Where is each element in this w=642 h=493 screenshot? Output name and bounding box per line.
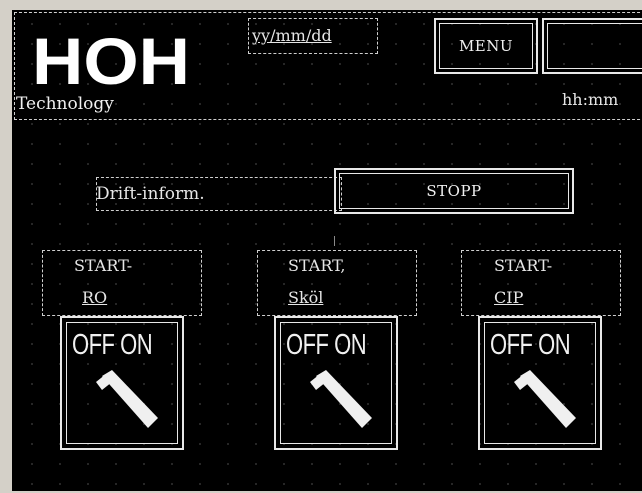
logo-subtitle: Technology xyxy=(16,94,114,114)
menu-button[interactable]: MENU xyxy=(434,18,538,74)
start-ro-label-line2: RO xyxy=(82,288,108,307)
start-cip-label-line2: CIP xyxy=(494,288,524,307)
drift-info-label: Drift-inform. xyxy=(96,184,205,204)
switch-off-on-label: OFF ON xyxy=(286,328,367,361)
switch-off-on-label: OFF ON xyxy=(72,328,153,361)
toggle-lever-icon xyxy=(310,370,372,428)
start-ro-label-line1: START- xyxy=(74,256,133,275)
start-skol-switch[interactable]: OFF ON xyxy=(274,316,398,450)
blank-function-button[interactable] xyxy=(542,18,642,74)
toggle-lever-icon xyxy=(514,370,576,428)
start-skol-label-line2: Sköl xyxy=(288,288,324,307)
toggle-lever-icon xyxy=(96,370,158,428)
svg-text:HOH: HOH xyxy=(32,30,190,88)
start-cip-switch[interactable]: OFF ON xyxy=(478,316,602,450)
status-display-edge xyxy=(334,168,348,214)
hoh-logo: HOH xyxy=(32,30,190,88)
status-display[interactable]: STOPP xyxy=(334,168,574,214)
alignment-tick xyxy=(334,236,335,246)
time-display: hh:mm xyxy=(562,90,619,109)
switch-off-on-label: OFF ON xyxy=(490,328,571,361)
date-display: yy/mm/dd xyxy=(252,26,332,45)
hmi-screen: HOH Technology yy/mm/dd MENU hh:mm Drift… xyxy=(12,10,642,491)
start-ro-switch[interactable]: OFF ON xyxy=(60,316,184,450)
start-cip-label-line1: START- xyxy=(494,256,553,275)
start-skol-label-line1: START, xyxy=(288,256,346,275)
